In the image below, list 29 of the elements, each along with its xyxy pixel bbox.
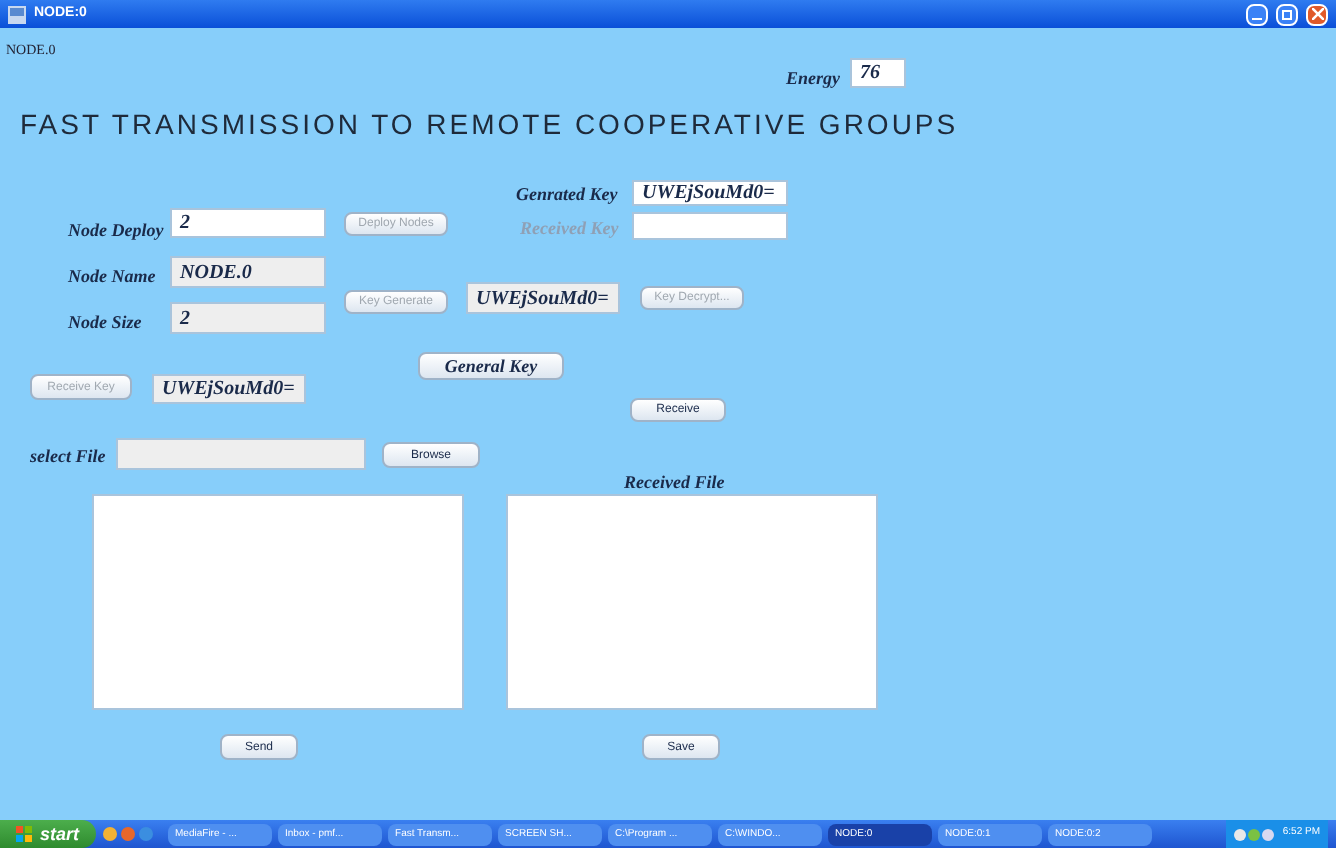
maximize-button[interactable]: [1276, 3, 1298, 25]
page-heading: FAST TRANSMISSION TO REMOTE COOPERATIVE GROUPS: [20, 106, 959, 144]
received-key-field[interactable]: [632, 212, 788, 240]
energy-field[interactable]: 76: [850, 58, 906, 88]
energy-label: Energy: [786, 70, 840, 88]
key-field[interactable]: UWEjSouMd0=: [466, 282, 620, 314]
node-name-label: Node Name: [68, 268, 156, 286]
close-button[interactable]: [1306, 3, 1328, 25]
send-text-area[interactable]: [92, 494, 464, 710]
received-file-label: Received File: [624, 474, 725, 492]
node-size-label: Node Size: [68, 314, 142, 332]
node-name-field[interactable]: NODE.0: [170, 256, 326, 288]
minimize-button[interactable]: [1246, 3, 1268, 25]
received-text-area[interactable]: [506, 494, 878, 710]
window-icon: [8, 5, 26, 23]
select-file-label: select File: [30, 448, 106, 466]
general-key-button[interactable]: General Key: [418, 352, 564, 380]
receive-key-field[interactable]: UWEjSouMd0=: [152, 374, 306, 404]
close-icon: [1311, 8, 1323, 20]
node-size-field[interactable]: 2: [170, 302, 326, 334]
generated-key-label: Genrated Key: [516, 186, 618, 204]
start-button[interactable]: start: [0, 820, 96, 848]
node-deploy-label: Node Deploy: [68, 222, 164, 240]
node-deploy-field[interactable]: 2: [170, 208, 326, 238]
received-key-label: Received Key: [520, 220, 619, 238]
windows-logo-icon: [16, 826, 32, 842]
generated-key-field[interactable]: UWEjSouMd0=: [632, 180, 788, 206]
tray-icons[interactable]: [1234, 827, 1275, 841]
file-path-field[interactable]: [116, 438, 366, 470]
